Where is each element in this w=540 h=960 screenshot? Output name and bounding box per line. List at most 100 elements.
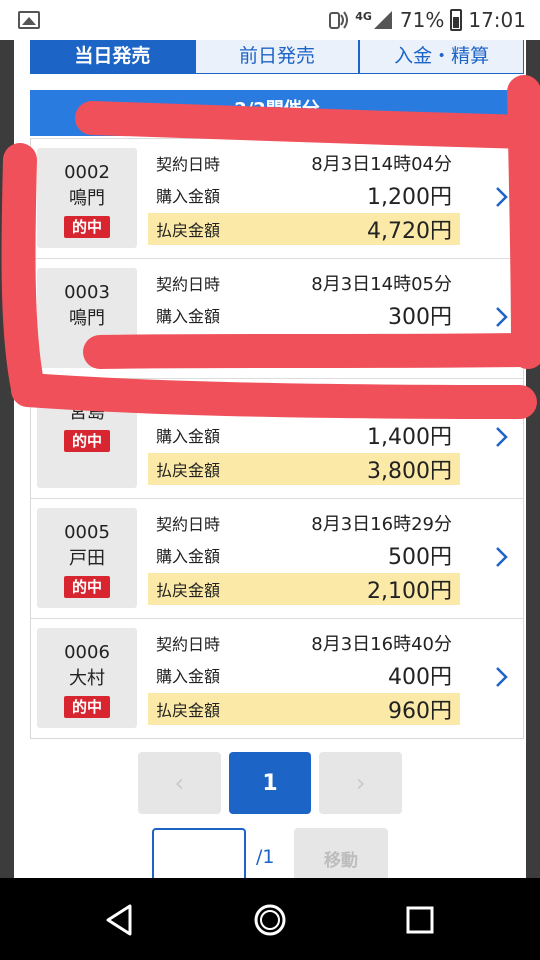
purchase-value: 1,400円 (367, 425, 452, 450)
wifi-calling-icon (327, 9, 349, 31)
contract-date-label: 契約日時 (156, 515, 221, 534)
ticket-number: 0002 (64, 162, 110, 183)
status-bar: 4G 71% 17:01 (0, 0, 540, 40)
ticket-venue: 鳴門 (69, 188, 105, 209)
purchase-row: 購入金額 1,200円 (148, 179, 460, 211)
battery-percent: 71% (399, 8, 445, 32)
chevron-right-icon[interactable] (487, 543, 515, 571)
contract-date-row: 契約日時 8月3日16時40分 (148, 627, 460, 659)
contract-date-label: 契約日時 (156, 275, 221, 294)
ticket-number: 0005 (64, 522, 110, 543)
payout-label: 払戻金額 (156, 581, 221, 600)
signal-icon (372, 9, 394, 31)
payout-row: 払戻金額 3,800円 (148, 453, 460, 485)
ticket-id-box: 0003 鳴門 (37, 268, 137, 368)
payout-row: 払戻金額 2,100円 (148, 573, 460, 605)
purchase-history-modal: 当日発売 前日発売 入金・精算 2/2開催分 0002 鳴門 的中 契約日時 8月… (14, 40, 526, 878)
payout-label: 払戻金額 (156, 701, 221, 720)
contract-date-value: 8月3日14時05分 (311, 274, 452, 295)
android-navigation-bar (0, 878, 540, 960)
contract-date-value: 8月3日16時 (352, 394, 452, 415)
purchase-row: 購入金額 500円 (148, 539, 460, 571)
purchase-label: 購入金額 (156, 187, 221, 206)
hit-badge: 的中 (63, 576, 110, 598)
network-type: 4G (355, 9, 372, 23)
payout-row: 払戻金額 960円 (148, 693, 460, 725)
tab-deposit-settlement[interactable]: 入金・精算 (359, 40, 525, 74)
hit-badge: 的中 (63, 430, 110, 452)
race-date-header: 2/2開催分 (30, 90, 524, 136)
ticket-id-box: 0006 大村 的中 (37, 628, 137, 728)
sale-tabs: 当日発売 前日発売 入金・精算 (30, 40, 525, 74)
backdrop-right (526, 40, 540, 878)
payout-value: 2,100円 (367, 579, 452, 604)
move-button[interactable]: 移動 (294, 828, 388, 878)
contract-date-value: 8月3日16時40分 (311, 634, 452, 655)
purchase-value: 500円 (388, 545, 452, 570)
purchase-label: 購入金額 (156, 307, 221, 326)
tab-same-day[interactable]: 当日発売 (30, 40, 195, 74)
contract-date-row: 契約日時 8月3日14時04分 (148, 147, 460, 179)
clock: 17:01 (468, 8, 526, 32)
recent-apps-icon[interactable] (402, 902, 438, 938)
chevron-right-icon[interactable] (487, 423, 515, 451)
ticket-id-box: 宮島 的中 (37, 388, 137, 488)
payout-value: 4,720円 (367, 219, 452, 244)
back-icon[interactable] (102, 902, 138, 938)
purchase-label: 購入金額 (156, 547, 221, 566)
backdrop-left (0, 40, 14, 878)
payout-label: 払戻金額 (156, 461, 221, 480)
tab-previous-day[interactable]: 前日発売 (194, 40, 360, 74)
purchase-label: 購入金額 (156, 427, 221, 446)
page-total: /1 (256, 846, 275, 868)
purchase-row: 購入金額 400円 (148, 659, 460, 691)
purchase-value: 300円 (388, 305, 452, 330)
ticket-number: 0006 (64, 642, 110, 663)
ticket-card[interactable]: 0006 大村 的中 契約日時 8月3日16時40分 購入金額 400円 払戻金額 9… (31, 618, 523, 738)
contract-date-label: 契約日時 (156, 395, 221, 414)
payout-value: 3,800円 (367, 459, 452, 484)
payout-label: 払戻金額 (156, 221, 221, 240)
ticket-card[interactable]: 0003 鳴門 契約日時 8月3日14時05分 購入金額 300円 (31, 258, 523, 378)
contract-date-row: 契約日時 8月3日14時05分 (148, 267, 460, 299)
contract-date-row: 契約日時 8月3日16時29分 (148, 507, 460, 539)
ticket-list: 0002 鳴門 的中 契約日時 8月3日14時04分 購入金額 1,200円 払戻金… (30, 138, 524, 739)
ticket-venue: 戸田 (69, 548, 105, 569)
purchase-value: 400円 (388, 665, 452, 690)
current-page-button[interactable]: 1 (228, 752, 312, 814)
hit-badge: 的中 (63, 696, 110, 718)
page-jump: /1 移動 (152, 828, 392, 878)
contract-date-value: 8月3日16時29分 (311, 514, 452, 535)
ticket-venue: 宮島 (69, 402, 105, 423)
status-icons: 4G 71% 17:01 (327, 6, 526, 34)
contract-date-label: 契約日時 (156, 155, 221, 174)
home-icon[interactable] (252, 902, 288, 938)
purchase-row: 購入金額 1,400円 (148, 419, 460, 451)
battery-icon (450, 9, 463, 31)
chevron-right-icon[interactable] (487, 303, 515, 331)
ticket-number: 0003 (64, 282, 110, 303)
hit-badge: 的中 (63, 216, 110, 238)
chevron-right-icon[interactable] (487, 183, 515, 211)
chevron-right-icon[interactable] (487, 663, 515, 691)
page-number-input[interactable] (152, 828, 246, 878)
contract-date-label: 契約日時 (156, 635, 221, 654)
ticket-card[interactable]: 0002 鳴門 的中 契約日時 8月3日14時04分 購入金額 1,200円 払戻金… (31, 138, 523, 258)
ticket-venue: 鳴門 (69, 308, 105, 329)
ticket-venue: 大村 (69, 668, 105, 689)
payout-value: 960円 (388, 699, 452, 724)
image-notification-icon (18, 11, 40, 29)
contract-date-value: 8月3日14時04分 (311, 154, 452, 175)
purchase-value: 1,200円 (367, 185, 452, 210)
prev-page-button[interactable]: ‹ (138, 752, 221, 814)
next-page-button[interactable]: › (319, 752, 403, 814)
ticket-id-box: 0005 戸田 的中 (37, 508, 137, 608)
ticket-card[interactable]: 0005 戸田 的中 契約日時 8月3日16時29分 購入金額 500円 払戻金額 2… (31, 498, 523, 618)
payout-row: 払戻金額 4,720円 (148, 213, 460, 245)
ticket-card[interactable]: 宮島 的中 契約日時 8月3日16時 購入金額 1,400円 払戻金額 3,800円 (31, 378, 523, 498)
purchase-row: 購入金額 300円 (148, 299, 460, 331)
purchase-label: 購入金額 (156, 667, 221, 686)
contract-date-row: 契約日時 8月3日16時 (148, 387, 460, 419)
ticket-id-box: 0002 鳴門 的中 (37, 148, 137, 248)
pagination: ‹ 1 › (138, 752, 403, 814)
